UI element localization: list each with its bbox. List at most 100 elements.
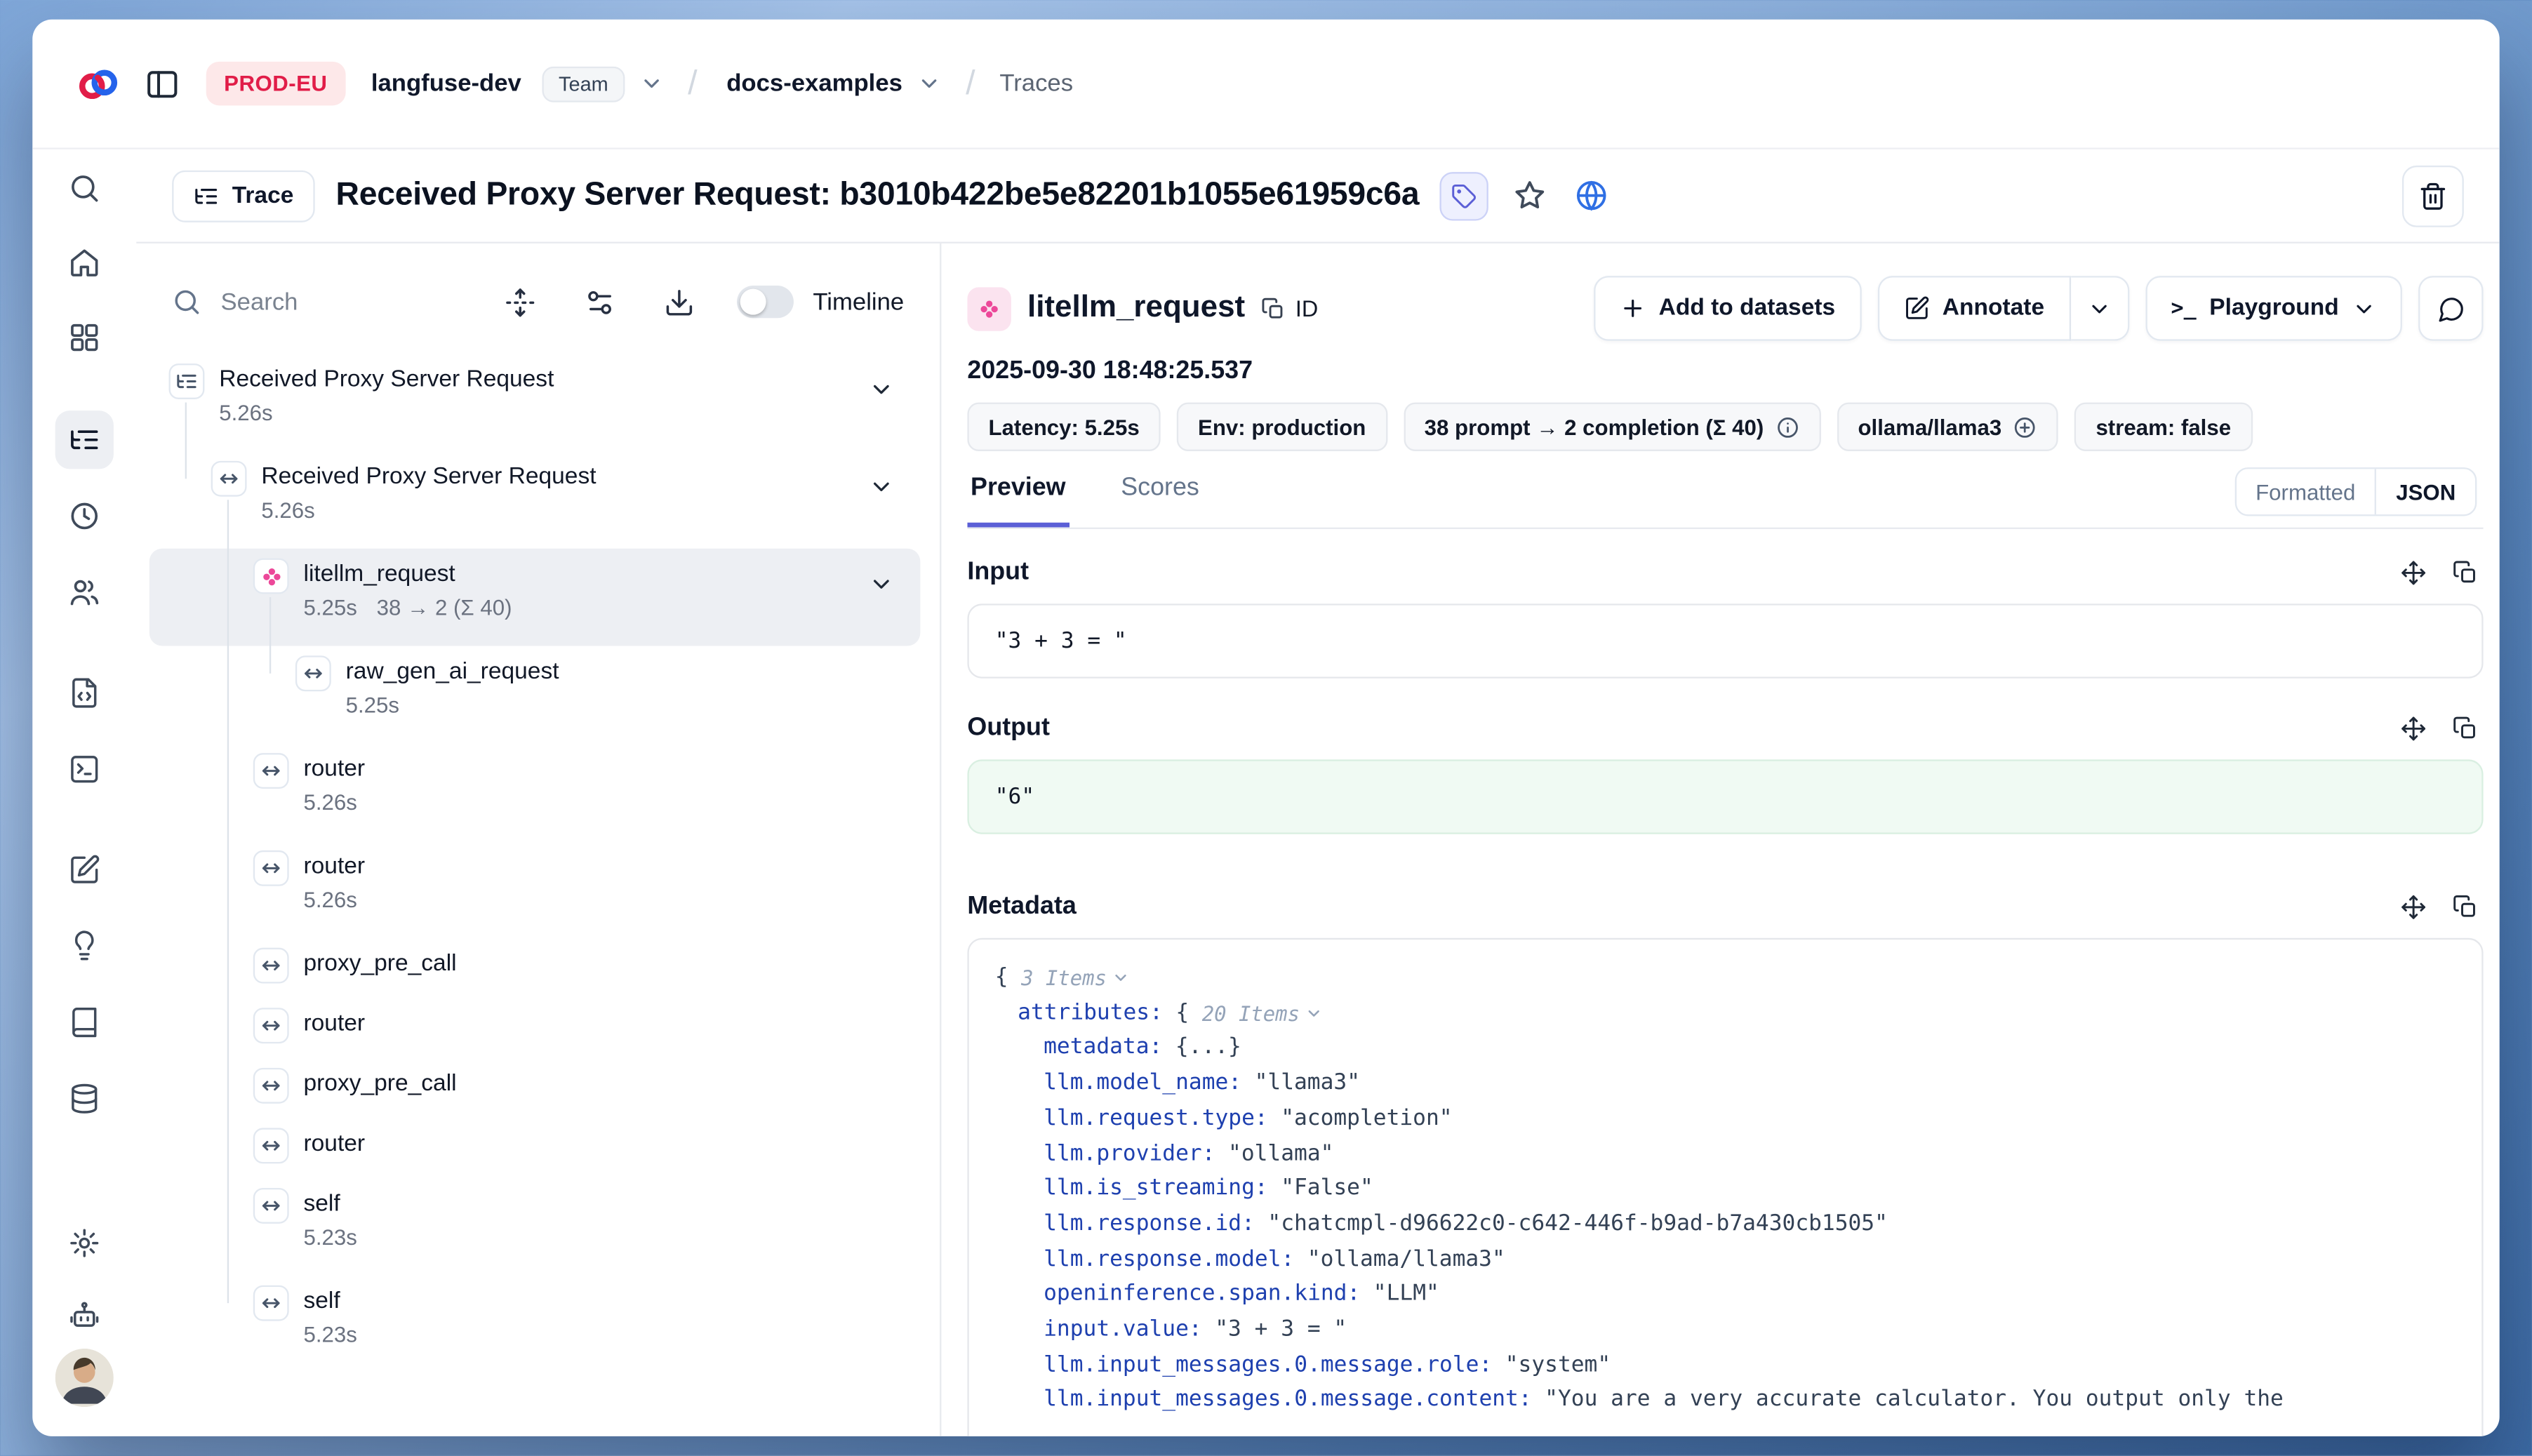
tree-row-selected[interactable]: litellm_request5.25s38 → 2 (Σ 40): [149, 549, 921, 646]
tree-toolbar: Timeline: [149, 273, 921, 331]
sidebar-toggle-button[interactable]: [140, 61, 185, 107]
tree-row-duration: 5.26s: [303, 787, 357, 820]
user-avatar[interactable]: [55, 1349, 114, 1407]
tree-row[interactable]: proxy_pre_call: [149, 938, 921, 999]
collapse-chevron-icon[interactable]: [1112, 970, 1129, 987]
bookmark-star-icon[interactable]: [1510, 175, 1551, 216]
tree-row[interactable]: Received Proxy Server Request5.26s: [149, 451, 921, 549]
llm-judge-lightbulb-icon[interactable]: [55, 917, 114, 975]
copy-icon[interactable]: [2448, 889, 2484, 925]
tree-row-duration: 5.23s: [303, 1319, 357, 1351]
playground-button[interactable]: >_ Playground: [2145, 276, 2402, 341]
environment-badge: PROD-EU: [206, 62, 345, 105]
comments-button[interactable]: [2418, 276, 2484, 341]
prompts-icon[interactable]: [55, 664, 114, 722]
info-icon[interactable]: [1775, 415, 1800, 439]
tree-row[interactable]: self5.23s: [149, 1276, 921, 1373]
json-line: llm.model_name:"llama3": [995, 1067, 2456, 1102]
tree-row[interactable]: router5.26s: [149, 841, 921, 938]
json-line: openinference.span.kind:"LLM": [995, 1278, 2456, 1313]
tree-row[interactable]: router5.26s: [149, 743, 921, 841]
org-switcher-chevron-icon[interactable]: [639, 72, 664, 96]
expand-icon[interactable]: [2396, 889, 2432, 925]
users-icon[interactable]: [55, 563, 114, 622]
langfuse-logo[interactable]: [74, 62, 118, 105]
copy-icon[interactable]: [2448, 711, 2484, 747]
json-line: llm.provider:"ollama": [995, 1137, 2456, 1172]
chevron-down-icon[interactable]: [868, 474, 894, 500]
annotate-button[interactable]: Annotate: [1877, 276, 2070, 341]
add-to-datasets-button[interactable]: Add to datasets: [1594, 276, 1861, 341]
tree-row-label: router: [303, 1008, 365, 1042]
json-line: llm.response.model:"ollama/llama3": [995, 1243, 2456, 1278]
detail-tabs: Preview Scores Formatted JSON: [967, 471, 2483, 529]
json-line: llm.response.id:"chatcmpl-d96622c0-c642-…: [995, 1208, 2456, 1243]
tree-row-tokens: 38 → 2 (Σ 40): [377, 592, 512, 625]
latency-badge: Latency: 5.25s: [967, 403, 1160, 451]
collapse-chevron-icon[interactable]: [1305, 1005, 1322, 1022]
metadata-heading: Metadata: [967, 893, 1076, 922]
add-model-icon[interactable]: [2013, 415, 2037, 439]
trace-title: Received Proxy Server Request: b3010b422…: [336, 177, 1420, 214]
support-bot-icon[interactable]: [55, 1287, 114, 1345]
tags-button[interactable]: [1440, 171, 1488, 220]
observation-tree-panel: Timeline Received Proxy Server Request5.…: [136, 243, 941, 1436]
format-formatted-option[interactable]: Formatted: [2236, 469, 2375, 514]
public-link-globe-icon[interactable]: [1572, 175, 1613, 216]
annotations-book-icon[interactable]: [55, 993, 114, 1051]
breadcrumb-traces-link[interactable]: Traces: [999, 69, 1073, 97]
copy-id-button[interactable]: ID: [1261, 295, 1318, 321]
download-icon[interactable]: [657, 280, 700, 323]
json-line: llm.request.type:"acompletion": [995, 1102, 2456, 1137]
input-content: "3 + 3 = ": [967, 603, 2483, 678]
generation-icon: [253, 559, 289, 594]
tree-row[interactable]: router: [149, 998, 921, 1058]
annotate-dropdown-chevron[interactable]: [2070, 276, 2128, 341]
expand-collapse-all-icon[interactable]: [498, 280, 542, 323]
datasets-database-icon[interactable]: [55, 1069, 114, 1128]
json-line: {3 Items: [995, 961, 2456, 996]
breadcrumb-separator: /: [688, 64, 698, 103]
project-name[interactable]: docs-examples: [726, 69, 902, 97]
delete-trace-button[interactable]: [2402, 165, 2464, 227]
json-line: llm.input_messages.0.message.content:"Yo…: [995, 1384, 2456, 1419]
tree-row-label: litellm_request: [303, 559, 512, 593]
tree-row-label: proxy_pre_call: [303, 948, 456, 982]
view-options-icon[interactable]: [578, 280, 621, 323]
project-switcher-chevron-icon[interactable]: [917, 72, 942, 96]
copy-icon[interactable]: [2448, 555, 2484, 591]
evaluators-pen-icon[interactable]: [55, 841, 114, 899]
expand-icon[interactable]: [2396, 555, 2432, 591]
home-icon[interactable]: [55, 234, 114, 292]
tree-row[interactable]: self5.23s: [149, 1178, 921, 1276]
timeline-toggle[interactable]: [737, 286, 794, 318]
top-navigation: PROD-EU langfuse-dev Team / docs-example…: [32, 20, 2499, 149]
tab-scores[interactable]: Scores: [1118, 471, 1203, 528]
span-icon: [211, 461, 247, 497]
chevron-down-icon[interactable]: [868, 571, 894, 597]
dashboards-icon[interactable]: [55, 308, 114, 366]
observation-title: litellm_request: [1027, 290, 1245, 326]
tree-row[interactable]: router: [149, 1118, 921, 1179]
search-icon[interactable]: [55, 159, 114, 218]
metadata-content: {3 Items attributes:{20 Items metadata:{…: [967, 938, 2483, 1436]
observation-detail-panel: litellm_request ID Add to datasets: [941, 243, 2499, 1436]
search-input[interactable]: [221, 288, 462, 316]
json-line: metadata:{...}: [995, 1031, 2456, 1067]
search-icon: [172, 287, 201, 316]
tree-row[interactable]: Received Proxy Server Request5.26s: [149, 354, 921, 451]
span-icon: [295, 655, 331, 691]
tab-preview[interactable]: Preview: [967, 471, 1069, 528]
sessions-clock-icon[interactable]: [55, 487, 114, 545]
traces-icon[interactable]: [55, 410, 114, 469]
tree-row[interactable]: raw_gen_ai_request5.25s: [149, 646, 921, 743]
playground-terminal-icon[interactable]: [55, 740, 114, 799]
settings-gear-icon[interactable]: [55, 1214, 114, 1272]
icon-sidebar: [32, 149, 136, 1436]
tree-row[interactable]: proxy_pre_call: [149, 1058, 921, 1118]
format-json-option[interactable]: JSON: [2375, 469, 2475, 514]
chevron-down-icon[interactable]: [868, 377, 894, 403]
output-content: "6": [967, 759, 2483, 834]
expand-icon[interactable]: [2396, 711, 2432, 747]
organization-name[interactable]: langfuse-dev: [371, 69, 521, 97]
